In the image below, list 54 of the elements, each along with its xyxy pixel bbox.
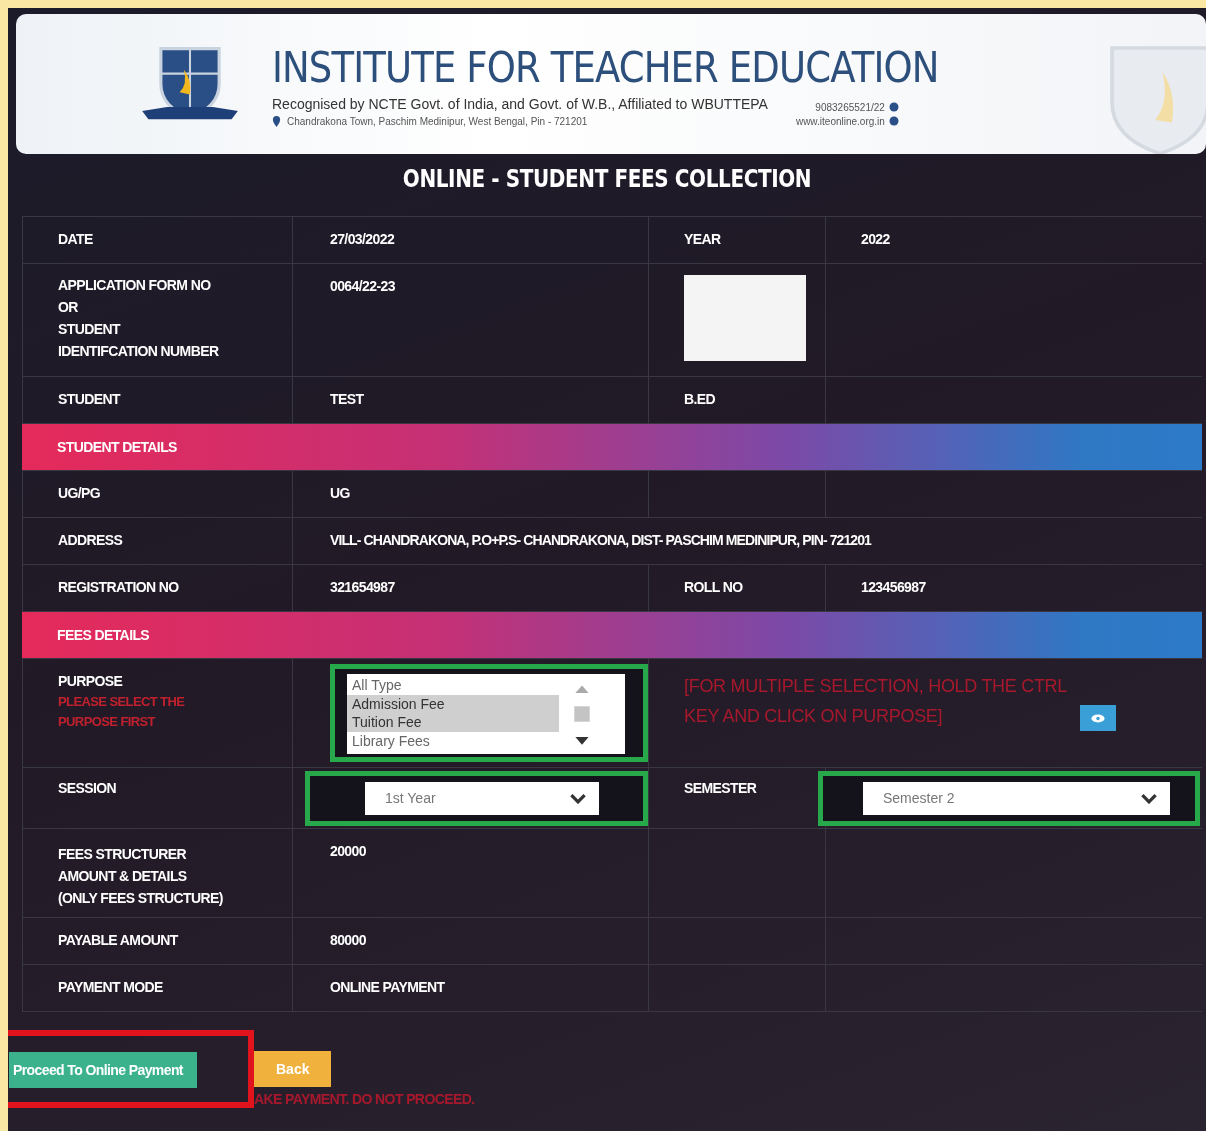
field-value: 123456987 [861,579,926,595]
field-value: UG [330,485,350,501]
field-label: SEMESTER [684,780,757,796]
warning-text: PLEASE SELECT THE PURPOSE FIRST [58,693,186,731]
field-value: 27/03/2022 [330,231,395,247]
list-option[interactable]: Admission Fee [347,694,559,713]
instruction-text: [FOR MULTIPLE SELECTION, HOLD THE CTRL KEY AND CLICK ON PURPOSE] [684,675,1068,728]
field-label: B.ED [684,391,716,407]
field-label: OR [58,298,78,317]
field-label: FEES STRUCTURER [58,845,186,864]
field-label: (ONLY FEES STRUCTURE) [58,889,223,908]
session-dropdown[interactable]: 1st Year [365,781,599,815]
field-value: 0064/22-23 [330,278,395,294]
field-label: REGISTRATION NO [58,579,179,595]
section-heading: FEES DETAILS [57,627,150,643]
list-option[interactable]: Tuition Fee [347,713,559,732]
field-value: 321654987 [330,579,395,595]
semester-dropdown[interactable]: Semester 2 [863,781,1170,815]
field-label: DATE [58,231,93,247]
location-pin-icon [272,115,281,127]
institute-title: INSTITUTE FOR TEACHER EDUCATION [272,41,940,92]
field-label: YEAR [684,231,721,247]
field-label: APPLICATION FORM NO [58,276,211,295]
field-value: VILL- CHANDRAKONA, P.O+P.S- CHANDRAKONA, DIST- PASCHIM MEDINIPUR, PIN- 721201 [330,532,871,548]
field-label: ROLL NO [684,579,743,595]
field-label: PAYMENT MODE [58,979,163,995]
phone-text: 9083265521/22 [815,101,885,113]
field-label: IDENTIFCATION NUMBER [58,342,219,361]
warning-text: AKE PAYMENT. DO NOT PROCEED. [254,1091,475,1107]
field-label: PAYABLE AMOUNT [58,932,178,948]
view-button[interactable] [1080,705,1116,731]
field-label: PURPOSE [58,673,123,689]
recognition-text: Recognised by NCTE Govt. of India, and Govt. of W.B., Affiliated to WBUTTEPA [272,95,768,112]
list-option[interactable]: Library Fees [347,731,559,750]
field-value: 80000 [330,932,366,948]
website-text: www.iteonline.org.in [795,115,885,127]
field-label: SESSION [58,780,117,796]
field-label: STUDENT [58,391,120,407]
field-label: AMOUNT & DETAILS [58,867,187,886]
page-title: ONLINE - STUDENT FEES COLLECTION [401,164,813,193]
list-option[interactable]: All Type [347,676,559,695]
field-label: ADDRESS [58,532,123,548]
eye-icon [1091,713,1105,723]
address-text: Chandrakona Town, Paschim Medinipur, West Bengal, Pin - 721201 [287,115,588,127]
purpose-listbox[interactable]: All Type Admission Fee Tuition Fee Library Fees [347,674,625,754]
field-label: STUDENT [58,320,120,339]
section-heading: STUDENT DETAILS [57,439,177,455]
chevron-down-icon [569,792,587,804]
field-value: 20000 [330,843,366,859]
field-value: 2022 [861,231,890,247]
chevron-down-icon [1140,792,1158,804]
field-value: ONLINE PAYMENT [330,979,445,995]
field-value: TEST [330,391,364,407]
field-label: UG/PG [58,485,101,501]
